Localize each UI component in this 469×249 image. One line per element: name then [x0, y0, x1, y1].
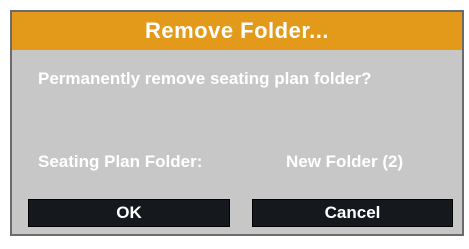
dialog-titlebar: Remove Folder...	[12, 12, 462, 50]
remove-folder-dialog: Remove Folder... Permanently remove seat…	[10, 10, 464, 236]
cancel-button[interactable]: Cancel	[252, 199, 453, 227]
folder-info-row: Seating Plan Folder: New Folder (2)	[38, 152, 448, 176]
ok-button[interactable]: OK	[28, 199, 230, 227]
folder-name: New Folder (2)	[286, 152, 404, 171]
confirmation-message: Permanently remove seating plan folder?	[38, 69, 372, 88]
dialog-title: Remove Folder...	[144, 18, 330, 43]
folder-label: Seating Plan Folder:	[38, 152, 203, 171]
